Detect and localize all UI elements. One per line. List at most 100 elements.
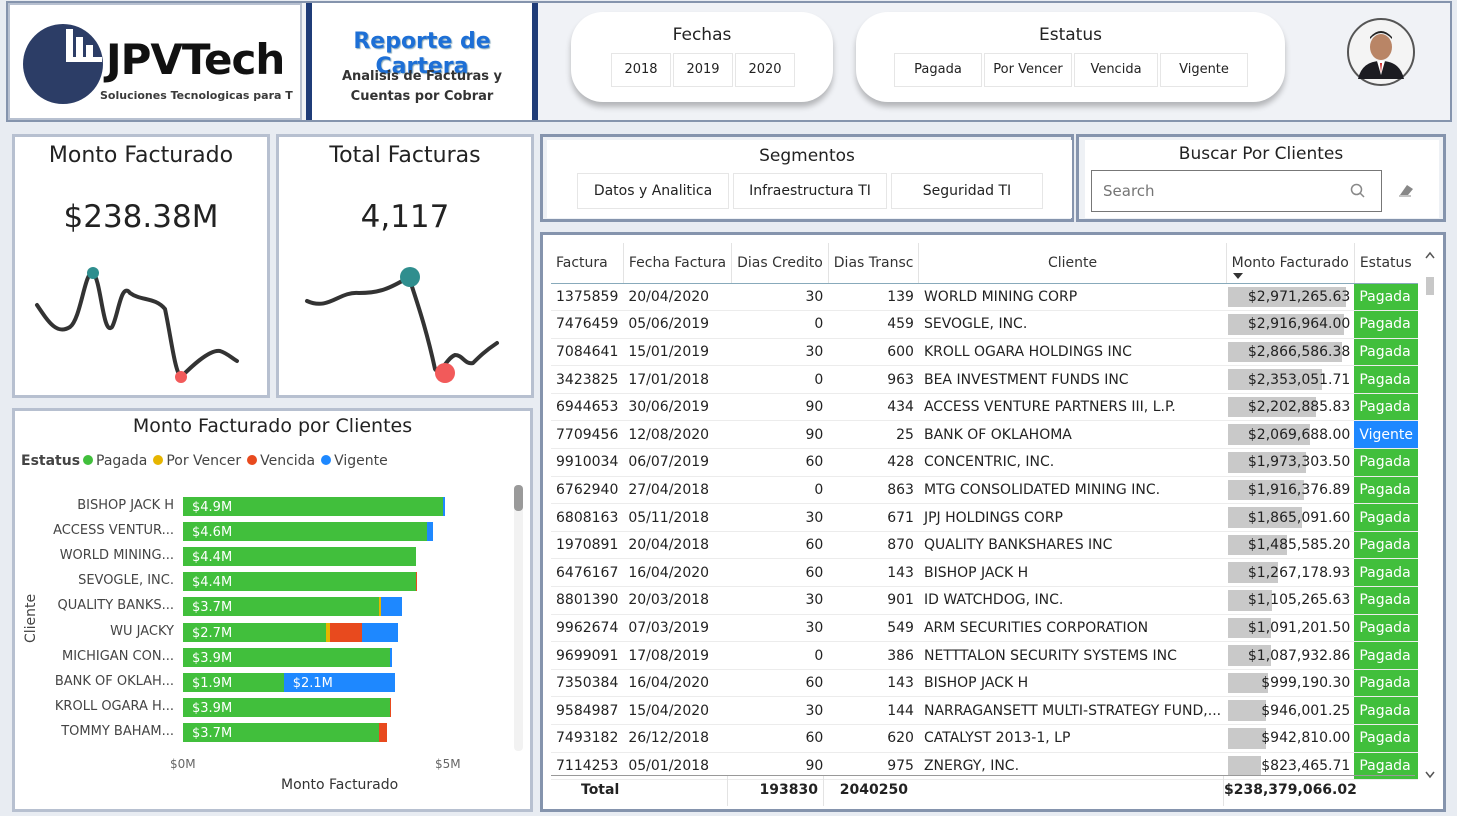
kpi-total-value: 4,117 xyxy=(360,199,450,235)
col-estatus[interactable]: Estatus xyxy=(1354,243,1418,284)
table-row[interactable]: 6808163 05/11/2018 30 671 JPJ HOLDINGS CORP $… xyxy=(551,503,1418,532)
bar-category-label: MICHIGAN CON... xyxy=(62,648,174,664)
cell-estatus: Pagada xyxy=(1354,586,1418,615)
bar-segment[interactable] xyxy=(389,697,392,717)
segmento-seguridad-button[interactable]: Seguridad TI xyxy=(891,173,1043,209)
chart-scrollbar[interactable] xyxy=(514,485,523,751)
cell-fecha: 20/03/2018 xyxy=(623,586,732,615)
table-scrollbar[interactable] xyxy=(1423,247,1437,783)
cell-dias-credito: 30 xyxy=(731,503,829,532)
scroll-down-icon[interactable] xyxy=(1425,771,1435,779)
cell-estatus: Pagada xyxy=(1354,696,1418,725)
monto-value: $946,001.25 xyxy=(1261,702,1351,719)
cell-factura: 7476459 xyxy=(551,310,624,339)
segmento-datos-button[interactable]: Datos y Analitica xyxy=(577,173,729,209)
logo-tagline: Soluciones Tecnologicas para T xyxy=(100,89,293,102)
cell-factura: 6944653 xyxy=(551,393,624,422)
scroll-up-icon[interactable] xyxy=(1425,251,1435,259)
avatar[interactable] xyxy=(1346,17,1416,87)
table-row[interactable]: 8801390 20/03/2018 30 901 ID WATCHDOG, INC. $… xyxy=(551,586,1418,615)
total-dias-transc: 2040250 xyxy=(823,776,913,806)
fecha-2018-button[interactable]: 2018 xyxy=(611,53,671,87)
cell-monto: $2,971,265.63 xyxy=(1226,283,1355,312)
table-row[interactable]: 6476167 16/04/2020 60 143 BISHOP JACK H $1,26… xyxy=(551,558,1418,588)
cell-dias-transc: 143 xyxy=(828,669,919,698)
bar-data-label: $3.9M xyxy=(192,650,233,666)
fecha-2020-button[interactable]: 2020 xyxy=(735,53,795,87)
table-row[interactable]: 7476459 05/06/2019 0 459 SEVOGLE, INC. $2,916… xyxy=(551,310,1418,339)
search-icon[interactable] xyxy=(1350,183,1366,199)
monto-value: $2,916,964.00 xyxy=(1247,316,1351,333)
col-dias-transc[interactable]: Dias Transc xyxy=(828,243,920,284)
estatus-pagada-button[interactable]: Pagada xyxy=(894,53,982,87)
chart-scrollbar-thumb[interactable] xyxy=(514,485,523,511)
table-row[interactable]: 9584987 15/04/2020 30 144 NARRAGANSETT MULTI… xyxy=(551,696,1418,725)
cell-dias-transc: 428 xyxy=(828,448,919,477)
bar-data-label: $4.6M xyxy=(192,525,233,541)
cell-factura: 8801390 xyxy=(551,586,624,615)
table-row[interactable]: 3423825 17/01/2018 0 963 BEA INVESTMENT FUND… xyxy=(551,365,1418,394)
col-factura[interactable]: Factura xyxy=(551,243,624,284)
cell-dias-credito: 90 xyxy=(731,393,829,422)
table-row[interactable]: 7493182 26/12/2018 60 620 CATALYST 2013-1, L… xyxy=(551,724,1418,753)
bar-segment[interactable] xyxy=(442,497,446,516)
table-row[interactable]: 9910034 06/07/2019 60 428 CONCENTRIC, INC. $1… xyxy=(551,448,1418,477)
total-label: Total xyxy=(581,782,620,798)
table-row[interactable]: 9699091 17/08/2019 0 386 NETTTALON SECURITY … xyxy=(551,641,1418,670)
table-row[interactable]: 7709456 12/08/2020 90 25 BANK OF OKLAHOMA $2,… xyxy=(551,420,1418,450)
x-tick-5: $5M xyxy=(435,757,461,771)
cell-cliente: ACCESS VENTURE PARTNERS III, L.P. xyxy=(918,393,1227,422)
col-fecha[interactable]: Fecha Factura xyxy=(623,243,733,284)
col-dias-credito[interactable]: Dias Credito xyxy=(731,243,829,284)
table-scrollbar-thumb[interactable] xyxy=(1426,277,1434,295)
bar-segment[interactable] xyxy=(389,647,393,667)
bar-segment[interactable] xyxy=(416,572,418,592)
monto-value: $2,866,586.38 xyxy=(1247,343,1351,360)
monto-value: $1,865,091.60 xyxy=(1247,509,1351,526)
table-row[interactable]: 7084641 15/01/2019 30 600 KROLL OGARA HOLDIN… xyxy=(551,338,1418,367)
cell-estatus: Pagada xyxy=(1354,724,1418,753)
bar-category-label: WORLD MINING... xyxy=(59,548,174,564)
cell-fecha: 16/04/2020 xyxy=(623,558,732,588)
bar-segment[interactable] xyxy=(330,622,363,642)
bar-segment[interactable] xyxy=(426,522,434,542)
bar-area: BISHOP JACK H $4.9M ACCESS VENTUR... $4.6M W… xyxy=(15,411,530,809)
table-row[interactable]: 1970891 20/04/2018 60 870 QUALITY BANKSHARES… xyxy=(551,531,1418,560)
cell-fecha: 26/12/2018 xyxy=(623,724,732,753)
x-tick-0: $0M xyxy=(170,757,196,771)
col-monto[interactable]: Monto Facturado xyxy=(1226,243,1355,284)
cell-monto: $1,973,303.50 xyxy=(1226,448,1355,477)
cell-factura: 7350384 xyxy=(551,669,624,698)
cell-dias-credito: 90 xyxy=(731,420,829,450)
table-row[interactable]: 6762940 27/04/2018 0 863 MTG CONSOLIDATED MI… xyxy=(551,476,1418,505)
table-row[interactable]: 6944653 30/06/2019 90 434 ACCESS VENTURE PAR… xyxy=(551,393,1418,422)
segmento-infraestructura-button[interactable]: Infraestructura TI xyxy=(733,173,887,209)
cell-monto: $1,091,201.50 xyxy=(1226,614,1355,643)
eraser-icon[interactable] xyxy=(1397,182,1415,198)
cell-dias-credito: 0 xyxy=(731,310,829,339)
table-row[interactable]: 7350384 16/04/2020 60 143 BISHOP JACK H $999,… xyxy=(551,669,1418,698)
bar-segment[interactable] xyxy=(379,722,388,742)
estatus-por-vencer-button[interactable]: Por Vencer xyxy=(984,53,1072,87)
estatus-vigente-button[interactable]: Vigente xyxy=(1160,53,1248,87)
bar-segment[interactable] xyxy=(380,597,402,617)
logo-name: JPVTech xyxy=(106,35,285,84)
report-subtitle-2: Cuentas por Cobrar xyxy=(350,89,494,104)
col-cliente[interactable]: Cliente xyxy=(918,243,1227,284)
facturas-table-panel: Factura Fecha Factura Dias Credito Dias … xyxy=(540,232,1446,812)
fecha-2019-button[interactable]: 2019 xyxy=(673,53,733,87)
cell-estatus: Pagada xyxy=(1354,283,1418,312)
cell-monto: $946,001.25 xyxy=(1226,696,1355,725)
bar-category-label: SEVOGLE, INC. xyxy=(78,573,174,589)
estatus-vencida-button[interactable]: Vencida xyxy=(1074,53,1158,87)
cell-dias-transc: 144 xyxy=(828,696,919,725)
cell-cliente: CATALYST 2013-1, LP xyxy=(918,724,1227,753)
table-row[interactable]: 1375859 20/04/2020 30 139 WORLD MINING CORP $… xyxy=(551,283,1418,312)
cell-factura: 9910034 xyxy=(551,448,624,477)
estatus-slicer: Estatus Pagada Por Vencer Vencida Vigent… xyxy=(856,12,1285,102)
table-row[interactable]: 9962674 07/03/2019 30 549 ARM SECURITIES COR… xyxy=(551,614,1418,643)
cell-dias-transc: 549 xyxy=(828,614,919,643)
bar-segment[interactable] xyxy=(362,622,398,642)
search-input[interactable] xyxy=(1092,171,1342,211)
cell-factura: 6476167 xyxy=(551,558,624,588)
